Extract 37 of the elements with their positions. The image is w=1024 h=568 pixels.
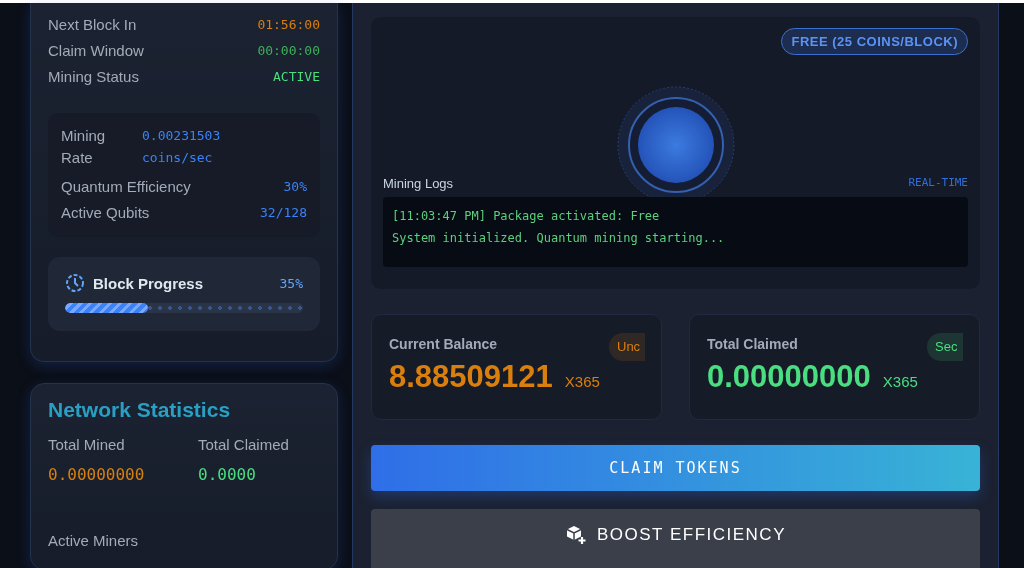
log-line: [11:03:47 PM] Package activated: Free: [392, 208, 661, 225]
stat-label: Total Mined: [48, 436, 126, 453]
claim-button[interactable]: CLAIM TOKENS: [371, 445, 980, 492]
stat-value: 0.0000: [198, 465, 257, 484]
stat-value: 30%: [283, 178, 307, 194]
stat-label: Mining Rate: [61, 126, 107, 168]
stat-label: Total Claimed: [198, 436, 290, 453]
stat-value: ACTIVE: [273, 68, 320, 84]
balance-unit: X365: [882, 373, 918, 391]
clock-icon: [65, 273, 85, 293]
stat-value: 01:56:00: [257, 16, 320, 32]
log-line: System initialized. Quantum mining starting...: [392, 230, 726, 247]
stat-label: Next Block In: [48, 15, 137, 33]
progress-percent: 35%: [279, 275, 303, 291]
stat-label: Mining Status: [48, 67, 139, 85]
stat-label: Quantum Efficiency: [61, 177, 191, 195]
status-badge: Sec: [927, 333, 963, 362]
cube-plus-icon: [565, 524, 587, 547]
progress-title: Block Progress: [93, 274, 204, 292]
balance-title: Total Claimed: [707, 336, 798, 353]
balance-unit: X365: [564, 373, 600, 391]
stat-value: 00:00:00: [257, 42, 320, 58]
stat-value: 0.00231503 coins/sec: [142, 127, 222, 167]
balance-title: Current Balance: [389, 336, 498, 353]
stat-value: 0.00000000: [48, 465, 146, 484]
stat-value: 32/128: [260, 204, 307, 220]
logs-tag: REAL-TIME: [908, 176, 968, 191]
stat-label: Active Qubits: [61, 203, 150, 221]
boost-button[interactable]: BOOST EFFICIENCY: [371, 509, 980, 568]
balance-amount: 8.88509121: [389, 359, 553, 396]
stat-label: Active Miners: [48, 532, 140, 549]
stat-label: Claim Window: [48, 41, 144, 59]
balance-amount: 0.00000000: [707, 359, 871, 396]
package-badge: FREE (25 COINS/BLOCK): [781, 28, 968, 55]
status-badge: Unc: [609, 333, 645, 362]
card-title: Network Statistics: [48, 398, 232, 422]
logs-title: Mining Logs: [383, 176, 454, 191]
